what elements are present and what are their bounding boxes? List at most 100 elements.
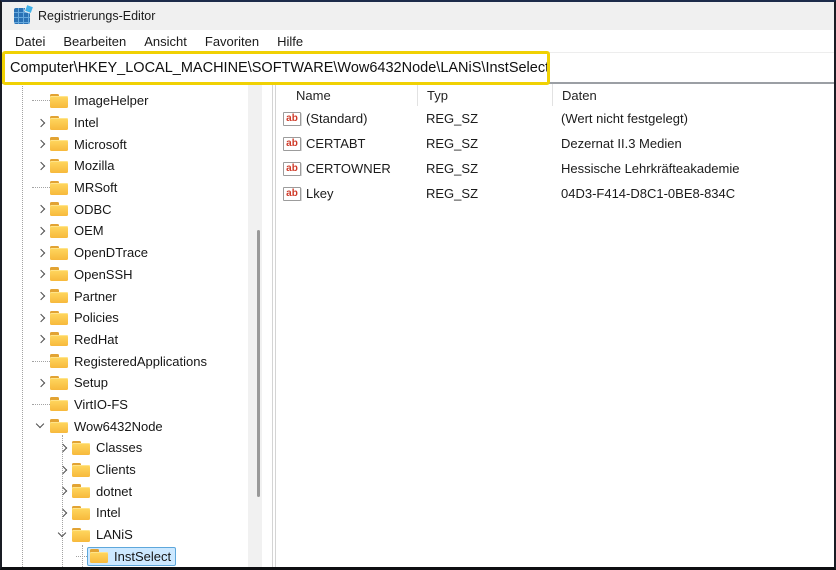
menu-item-hilfe[interactable]: Hilfe [268, 32, 312, 51]
tree-item-registeredapplications[interactable]: RegisteredApplications [2, 350, 272, 372]
tree-item-label: InstSelect [114, 548, 172, 564]
column-header-name[interactable]: Name [276, 84, 417, 106]
value-row-certabt[interactable]: ab CERTABT REG_SZ Dezernat II.3 Medien [276, 131, 834, 156]
value-data: 04D3-F414-D8C1-0BE8-834C [561, 186, 736, 201]
value-data: Dezernat II.3 Medien [561, 136, 682, 151]
column-header-typ[interactable]: Typ [417, 84, 552, 106]
chevron-right-icon[interactable] [54, 505, 72, 521]
tree-item-partner[interactable]: Partner [2, 285, 272, 307]
column-header-daten[interactable]: Daten [552, 84, 834, 106]
menu-item-ansicht[interactable]: Ansicht [135, 32, 196, 51]
tree-item-label: Clients [96, 462, 136, 478]
chevron-right-icon[interactable] [32, 201, 50, 217]
chevron-down-icon[interactable] [54, 527, 72, 543]
tree-item-virtio-fs[interactable]: VirtIO-FS [2, 394, 272, 416]
tree-item-policies[interactable]: Policies [2, 307, 272, 329]
tree-item-microsoft[interactable]: Microsoft [2, 133, 272, 155]
value-type: REG_SZ [426, 161, 479, 176]
string-value-icon: ab [283, 186, 301, 201]
tree-item-label: OpenDTrace [74, 245, 148, 261]
list-header-row: Name Typ Daten [276, 84, 834, 106]
tree-item-lanis[interactable]: LANiS [2, 524, 272, 546]
tree-item-label: OpenSSH [74, 266, 133, 282]
chevron-right-icon[interactable] [32, 375, 50, 391]
tree-item-setup[interactable]: Setup [2, 372, 272, 394]
value-name: Lkey [306, 186, 334, 201]
address-bar-input[interactable]: Computer\HKEY_LOCAL_MACHINE\SOFTWARE\Wow… [10, 53, 549, 83]
value-name: (Standard) [306, 111, 368, 126]
tree-item-label: Intel [74, 115, 99, 131]
chevron-right-icon[interactable] [32, 115, 50, 131]
chevron-right-icon[interactable] [32, 310, 50, 326]
tree-item-dotnet[interactable]: dotnet [2, 480, 272, 502]
chevron-right-icon[interactable] [54, 462, 72, 478]
title-bar: Registrierungs-Editor [2, 2, 834, 30]
pane-splitter[interactable] [272, 84, 276, 567]
tree-item-label: Policies [74, 310, 119, 326]
tree-item-instselect[interactable]: InstSelect [2, 545, 272, 567]
tree-item-label: LANiS [96, 527, 133, 543]
tree-item-openssh[interactable]: OpenSSH [2, 264, 272, 286]
tree-item-label: RegisteredApplications [74, 353, 207, 369]
chevron-right-icon[interactable] [54, 483, 72, 499]
values-list-pane: Name Typ Daten ab (Standard) REG_SZ (Wert n… [276, 84, 834, 567]
chevron-right-icon[interactable] [32, 223, 50, 239]
value-name-cell: ab Lkey [276, 186, 417, 201]
folder-icon [50, 375, 68, 390]
folder-icon [50, 419, 68, 434]
tree-item-label: RedHat [74, 331, 119, 347]
chevron-right-icon[interactable] [32, 245, 50, 261]
tree-item-mrsoft[interactable]: MRSoft [2, 177, 272, 199]
tree-item-opendtrace[interactable]: OpenDTrace [2, 242, 272, 264]
tree-item-label: ImageHelper [74, 93, 149, 109]
folder-icon [72, 462, 90, 477]
chevron-right-icon[interactable] [32, 288, 50, 304]
value-name-cell: ab CERTOWNER [276, 161, 417, 176]
value-row-certowner[interactable]: ab CERTOWNER REG_SZ Hessische Lehrkräfteaka… [276, 156, 834, 181]
menu-item-favoriten[interactable]: Favoriten [196, 32, 268, 51]
tree-scrollbar-track[interactable] [248, 84, 262, 567]
folder-icon [72, 484, 90, 499]
tree-scrollbar-thumb[interactable] [257, 230, 260, 497]
tree-item-wow6432node[interactable]: Wow6432Node [2, 415, 272, 437]
folder-icon [50, 223, 68, 238]
chevron-right-icon[interactable] [32, 331, 50, 347]
tree-item-redhat[interactable]: RedHat [2, 329, 272, 351]
folder-icon [50, 267, 68, 282]
value-name-cell: ab (Standard) [276, 111, 417, 126]
chevron-right-icon[interactable] [32, 158, 50, 174]
tree-item-label: Intel [96, 505, 121, 521]
tree-item-label: ODBC [74, 201, 112, 217]
folder-icon [72, 527, 90, 542]
folder-icon [72, 440, 90, 455]
menu-item-bearbeiten[interactable]: Bearbeiten [54, 32, 135, 51]
folder-icon [50, 332, 68, 347]
menu-item-datei[interactable]: Datei [6, 32, 54, 51]
window-title: Registrierungs-Editor [38, 9, 156, 23]
tree-item-label: Classes [96, 440, 143, 456]
tree-item-odbc[interactable]: ODBC [2, 198, 272, 220]
tree-item-intel[interactable]: Intel [2, 502, 272, 524]
tree-item-intel[interactable]: Intel [2, 112, 272, 134]
value-row-standard[interactable]: ab (Standard) REG_SZ (Wert nicht festgelegt… [276, 106, 834, 131]
tree-connector-line [32, 187, 50, 189]
tree-item-imagehelper[interactable]: ImageHelper [2, 90, 272, 112]
value-row-lkey[interactable]: ab Lkey REG_SZ 04D3-F414-D8C1-0BE8-834C [276, 181, 834, 206]
folder-icon [50, 245, 68, 260]
value-name: CERTABT [306, 136, 366, 151]
chevron-right-icon[interactable] [32, 266, 50, 282]
value-type: REG_SZ [426, 111, 479, 126]
tree-item-oem[interactable]: OEM [2, 220, 272, 242]
value-data: (Wert nicht festgelegt) [561, 111, 688, 126]
value-name-cell: ab CERTABT [276, 136, 417, 151]
tree-item-clients[interactable]: Clients [2, 459, 272, 481]
string-value-icon: ab [283, 136, 301, 151]
chevron-right-icon[interactable] [32, 136, 50, 152]
tree-connector-line [32, 360, 50, 362]
chevron-right-icon[interactable] [54, 440, 72, 456]
tree-item-mozilla[interactable]: Mozilla [2, 155, 272, 177]
chevron-down-icon[interactable] [32, 418, 50, 434]
folder-icon [50, 354, 68, 369]
tree-item-classes[interactable]: Classes [2, 437, 272, 459]
values-list: ab (Standard) REG_SZ (Wert nicht festgelegt… [276, 106, 834, 206]
